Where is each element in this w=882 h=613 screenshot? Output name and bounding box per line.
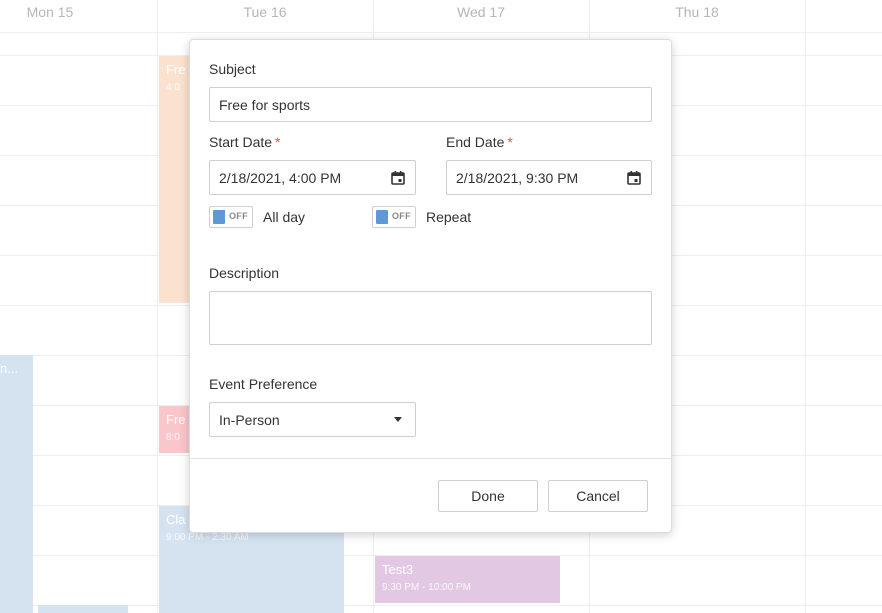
time-slot-line — [0, 605, 882, 606]
footer-divider — [190, 458, 671, 459]
start-date-label: Start Date * — [209, 134, 280, 150]
required-mark: * — [275, 134, 281, 150]
event-title: Fre — [166, 412, 186, 427]
event-time: 9:30 PM - 10:00 PM — [382, 582, 471, 593]
event-preference-label: Event Preference — [209, 376, 318, 392]
day-header-thu[interactable]: Thu 18 — [589, 0, 805, 26]
event-title: Fre — [166, 62, 186, 77]
toggle-knob — [213, 210, 225, 224]
subject-label: Subject — [209, 61, 256, 77]
description-textarea[interactable] — [209, 291, 652, 345]
start-date-value: 2/18/2021, 4:00 PM — [219, 169, 342, 186]
event-editor-dialog: Subject Free for sports Start Date * 2/18… — [189, 39, 672, 533]
event-time: 9:00 PM - 2:30 AM — [166, 532, 249, 543]
calendar-icon[interactable] — [626, 170, 642, 186]
repeat-label: Repeat — [426, 209, 472, 225]
end-date-value: 2/18/2021, 9:30 PM — [456, 169, 579, 186]
all-day-label: All day — [263, 209, 306, 225]
day-divider — [805, 0, 806, 613]
event-title: n... — [0, 361, 19, 376]
calendar-event[interactable]: Fre 4:0 — [159, 56, 191, 303]
day-divider — [157, 0, 158, 613]
subject-input[interactable]: Free for sports — [209, 87, 652, 122]
calendar-event[interactable]: Fre 8:0 — [159, 406, 191, 453]
done-button[interactable]: Done — [438, 480, 538, 512]
toggle-knob — [376, 210, 388, 224]
calendar-icon[interactable] — [390, 170, 406, 186]
end-date-label: End Date * — [446, 134, 513, 150]
calendar-event[interactable] — [38, 605, 128, 613]
subject-value: Free for sports — [219, 96, 311, 113]
event-preference-select[interactable]: In-Person — [209, 402, 416, 437]
calendar-event[interactable]: n... — [0, 355, 33, 613]
repeat-toggle[interactable]: OFF — [372, 206, 416, 228]
end-date-label-text: End Date — [446, 134, 505, 150]
toggle-state: OFF — [229, 211, 248, 221]
event-time: 4:0 — [166, 82, 180, 93]
event-preference-value: In-Person — [219, 411, 280, 428]
end-date-picker[interactable]: 2/18/2021, 9:30 PM — [446, 160, 652, 195]
day-header-mon[interactable]: Mon 15 — [0, 0, 100, 26]
description-label: Description — [209, 265, 280, 281]
chevron-down-icon — [394, 417, 402, 422]
cancel-button[interactable]: Cancel — [548, 480, 648, 512]
event-title: Test3 — [382, 562, 414, 577]
event-time: 8:0 — [166, 432, 180, 443]
time-slot-line — [0, 32, 882, 33]
toggle-state: OFF — [392, 211, 411, 221]
calendar-event[interactable]: Test3 9:30 PM - 10:00 PM — [375, 556, 560, 603]
all-day-toggle[interactable]: OFF — [209, 206, 253, 228]
day-header-wed[interactable]: Wed 17 — [373, 0, 589, 26]
day-header-tue[interactable]: Tue 16 — [157, 0, 373, 26]
start-date-picker[interactable]: 2/18/2021, 4:00 PM — [209, 160, 416, 195]
start-date-label-text: Start Date — [209, 134, 273, 150]
required-mark: * — [507, 134, 513, 150]
